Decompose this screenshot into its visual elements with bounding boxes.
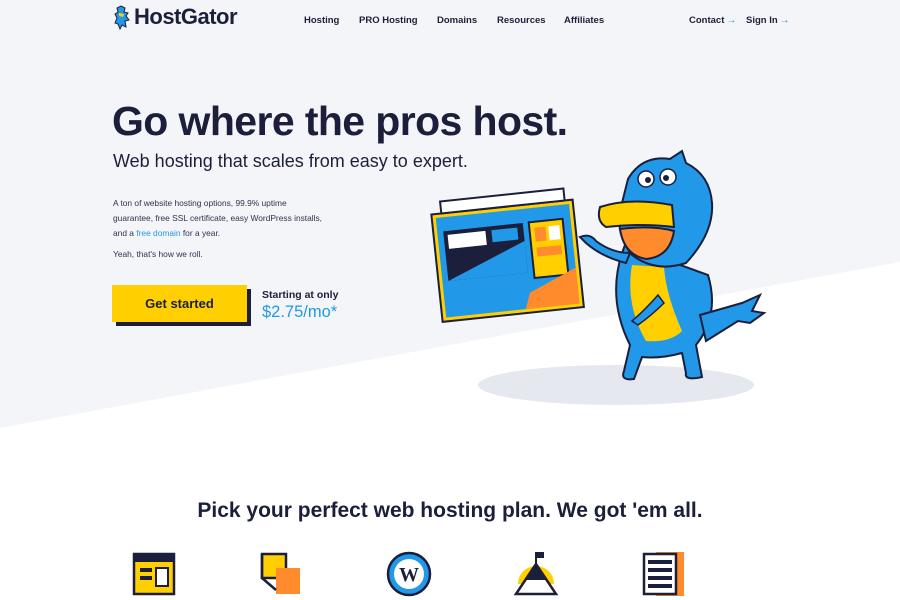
nav-item-resources[interactable]: Resources — [497, 15, 546, 26]
gator-logo-icon — [114, 5, 130, 30]
nav-item-pro-hosting[interactable]: PRO Hosting — [359, 15, 418, 26]
plans-title: Pick your perfect web hosting plan. We g… — [197, 499, 703, 522]
shared-hosting-icon[interactable] — [130, 550, 178, 598]
hero-subtitle: Web hosting that scales from easy to exp… — [113, 151, 468, 171]
dedicated-server-icon[interactable] — [640, 550, 688, 598]
gator-mascot-illustration — [430, 149, 767, 405]
contact-link[interactable]: Contact → — [689, 15, 736, 26]
hero-description: A ton of website hosting options, 99.9% … — [113, 196, 328, 241]
hero-description-end: for a year. — [180, 228, 221, 238]
logo[interactable]: HostGator — [112, 4, 238, 30]
free-domain-link[interactable]: free domain — [136, 228, 180, 238]
nav-item-hosting[interactable]: Hosting — [304, 15, 339, 26]
vps-mountain-icon[interactable] — [512, 550, 560, 598]
starting-at-label: Starting at only — [262, 289, 339, 301]
hero-tagline: Yeah, that's how we roll. — [113, 249, 203, 259]
arrow-right-icon: → — [726, 15, 737, 26]
wordpress-icon[interactable]: W — [385, 550, 433, 598]
logo-text: HostGator — [134, 4, 238, 29]
arrow-right-icon: → — [779, 15, 790, 26]
price-label: $2.75/mo* — [262, 303, 338, 321]
svg-text:W: W — [399, 564, 419, 586]
sign-in-link[interactable]: Sign In → — [746, 15, 790, 26]
sign-in-label: Sign In — [746, 15, 778, 26]
reseller-hosting-icon[interactable] — [256, 550, 304, 598]
site-header: HostGator Hosting PRO Hosting Domains Re… — [0, 0, 900, 40]
nav-item-domains[interactable]: Domains — [437, 15, 477, 26]
get-started-button[interactable]: Get started — [112, 285, 247, 322]
hero-title: Go where the pros host. — [112, 98, 568, 144]
nav-item-affiliates[interactable]: Affiliates — [564, 15, 604, 26]
contact-label: Contact — [689, 15, 725, 26]
